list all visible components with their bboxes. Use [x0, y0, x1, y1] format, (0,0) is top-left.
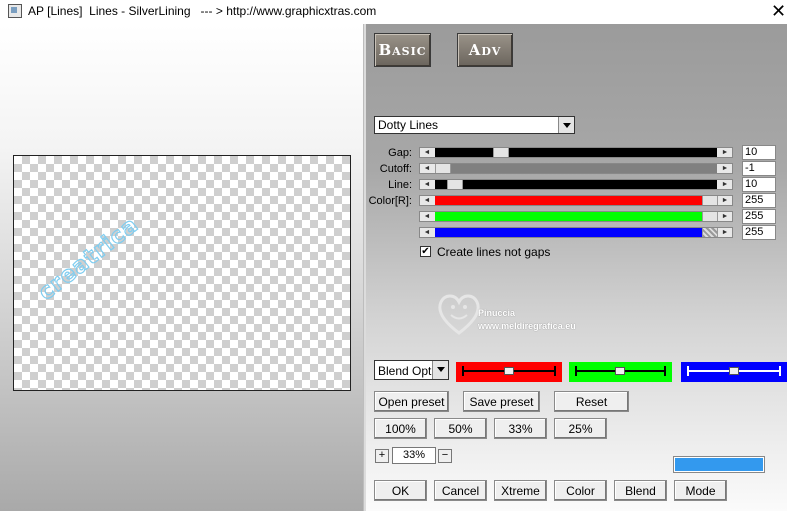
title-bar: AP [Lines] Lines - SilverLining --- > ht… — [0, 0, 787, 24]
channel-endcap — [779, 366, 781, 376]
slider-thumb[interactable] — [702, 196, 718, 205]
right-arrow-icon[interactable]: ► — [718, 228, 732, 237]
logo-url: www.meldiregrafica.eu — [478, 321, 576, 331]
basic-button[interactable]: Basic — [374, 33, 431, 67]
gap-label: Gap: — [388, 147, 412, 159]
gap-slider[interactable]: ◄ ► — [419, 147, 733, 158]
slider-track[interactable] — [435, 164, 717, 173]
ok-button[interactable]: OK — [374, 480, 427, 501]
open-preset-button[interactable]: Open preset — [374, 391, 449, 412]
red-value[interactable]: 255 — [742, 193, 776, 208]
zoom-in-button[interactable]: + — [375, 449, 389, 463]
xtreme-button[interactable]: Xtreme — [494, 480, 547, 501]
left-arrow-icon[interactable]: ◄ — [420, 148, 434, 157]
channel-thumb[interactable] — [615, 367, 625, 375]
left-arrow-icon[interactable]: ◄ — [420, 196, 434, 205]
slider-track[interactable] — [435, 212, 717, 221]
red-slider[interactable]: ◄ ► — [419, 195, 733, 206]
preview-canvas[interactable]: creatrica — [13, 155, 351, 391]
line-label: Line: — [388, 179, 412, 191]
heart-smiley-icon — [438, 294, 480, 335]
adv-button[interactable]: Adv — [457, 33, 513, 67]
green-value[interactable]: 255 — [742, 209, 776, 224]
cancel-button[interactable]: Cancel — [434, 480, 487, 501]
blend-options-dropdown[interactable]: Blend Options — [374, 360, 449, 380]
left-arrow-icon[interactable]: ◄ — [420, 180, 434, 189]
channel-endcap — [554, 366, 556, 376]
slider-track[interactable] — [435, 228, 717, 237]
zoom-50-button[interactable]: 50% — [434, 418, 487, 439]
zoom-25-button[interactable]: 25% — [554, 418, 607, 439]
left-arrow-icon[interactable]: ◄ — [420, 228, 434, 237]
channel-endcap — [664, 366, 666, 376]
left-arrow-icon[interactable]: ◄ — [420, 164, 434, 173]
gap-value[interactable]: 10 — [742, 145, 776, 160]
slider-thumb[interactable] — [435, 164, 451, 173]
effect-dropdown-value: Dotty Lines — [378, 118, 439, 132]
slider-track[interactable] — [435, 196, 717, 205]
chevron-down-icon[interactable] — [432, 361, 448, 379]
blue-value[interactable]: 255 — [742, 225, 776, 240]
zoom-out-button[interactable]: − — [438, 449, 452, 463]
window-title: AP [Lines] Lines - SilverLining --- > ht… — [28, 4, 377, 18]
create-lines-checkbox[interactable]: ✔ — [420, 246, 431, 257]
right-arrow-icon[interactable]: ► — [718, 212, 732, 221]
zoom-33-button[interactable]: 33% — [494, 418, 547, 439]
right-arrow-icon[interactable]: ► — [718, 196, 732, 205]
slider-thumb[interactable] — [702, 212, 718, 221]
reset-button[interactable]: Reset — [554, 391, 629, 412]
chevron-down-icon[interactable] — [558, 117, 574, 133]
channel-endcap — [575, 366, 577, 376]
preview-watermark: creatrica — [33, 212, 144, 306]
save-preset-button[interactable]: Save preset — [463, 391, 540, 412]
create-lines-label: Create lines not gaps — [437, 245, 551, 259]
app-icon — [8, 4, 22, 18]
cutoff-label: Cutoff: — [379, 163, 412, 175]
effect-dropdown[interactable]: Dotty Lines — [374, 116, 575, 134]
right-arrow-icon[interactable]: ► — [718, 180, 732, 189]
right-arrow-icon[interactable]: ► — [718, 148, 732, 157]
channel-thumb[interactable] — [729, 367, 739, 375]
zoom-100-button[interactable]: 100% — [374, 418, 427, 439]
blue-channel-control[interactable] — [681, 362, 787, 382]
slider-thumb[interactable] — [447, 180, 463, 189]
green-channel-control[interactable] — [569, 362, 672, 382]
color-r-label: Color[R]: — [368, 195, 412, 207]
right-arrow-icon[interactable]: ► — [718, 164, 732, 173]
channel-thumb[interactable] — [504, 367, 514, 375]
channel-endcap — [687, 366, 689, 376]
blue-slider[interactable]: ◄ ► — [419, 227, 733, 238]
color-swatch[interactable] — [673, 456, 765, 473]
line-value[interactable]: 10 — [742, 177, 776, 192]
green-slider[interactable]: ◄ ► — [419, 211, 733, 222]
color-button[interactable]: Color — [554, 480, 607, 501]
close-button[interactable]: ✕ — [770, 0, 787, 22]
cutoff-value[interactable]: -1 — [742, 161, 776, 176]
slider-thumb[interactable] — [493, 148, 509, 157]
channel-endcap — [462, 366, 464, 376]
blend-button[interactable]: Blend — [614, 480, 667, 501]
line-slider[interactable]: ◄ ► — [419, 179, 733, 190]
left-arrow-icon[interactable]: ◄ — [420, 212, 434, 221]
slider-track[interactable] — [435, 148, 717, 157]
logo-name: Pinuccia — [478, 308, 516, 318]
red-channel-control[interactable] — [456, 362, 562, 382]
cutoff-slider[interactable]: ◄ ► — [419, 163, 733, 174]
mode-button[interactable]: Mode — [674, 480, 727, 501]
zoom-field[interactable]: 33% — [392, 447, 436, 464]
slider-thumb[interactable] — [702, 228, 718, 237]
slider-track[interactable] — [435, 180, 717, 189]
